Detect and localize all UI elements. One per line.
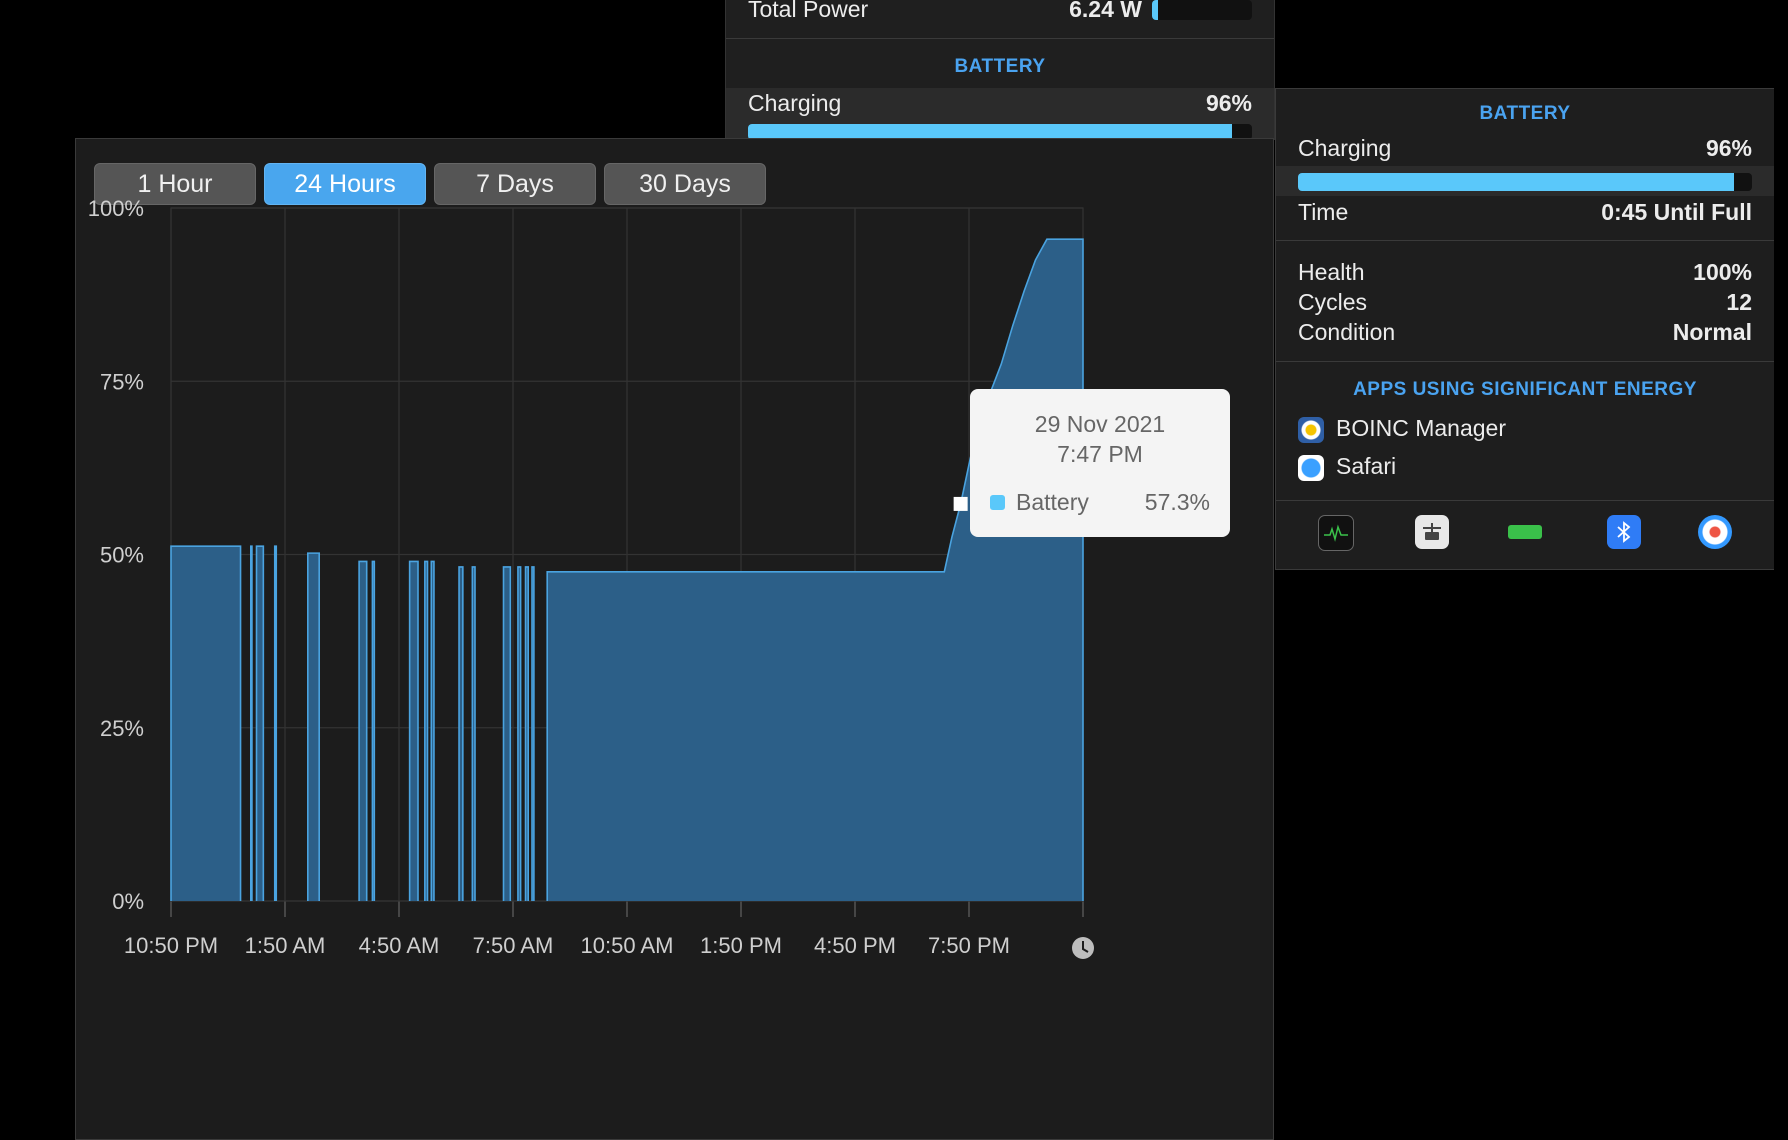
battery-history-chart[interactable]: 100% 75% 50% 25% 0% 10:50 PM 1:50 AM 4:50 AM 7:… xyxy=(76,139,1273,1139)
x-tick-label: 4:50 PM xyxy=(814,933,896,958)
tooltip-time: 7:47 PM xyxy=(1057,441,1143,467)
x-tick-label: 7:50 PM xyxy=(928,933,1010,958)
charging-row: Charging 96% xyxy=(1298,135,1752,165)
x-tick-label: 1:50 AM xyxy=(245,933,326,958)
tooltip-series-swatch xyxy=(990,495,1005,510)
time-label: Time xyxy=(1298,199,1349,225)
battery-section-header: BATTERY xyxy=(954,56,1046,77)
hover-point-marker xyxy=(953,496,968,511)
battery-area-segment xyxy=(409,561,418,901)
battery-area-segment xyxy=(256,546,264,901)
condition-label: Condition xyxy=(1298,319,1396,345)
apps-section-header: APPS USING SIGNIFICANT ENERGY xyxy=(1353,379,1697,400)
app-name: BOINC Manager xyxy=(1336,415,1507,441)
y-tick-label: 100% xyxy=(88,196,144,221)
charging-value: 96% xyxy=(1205,90,1252,116)
battery-line-segment xyxy=(250,545,253,901)
boinc-icon xyxy=(1298,417,1324,443)
condition-row: Condition Normal xyxy=(1298,319,1752,349)
charging-label: Charging xyxy=(1298,135,1392,161)
cycles-row: Cycles 12 xyxy=(1298,289,1752,319)
activity-monitor-icon[interactable] xyxy=(1318,515,1354,551)
total-power-bar xyxy=(1152,0,1252,20)
divider xyxy=(1276,240,1774,241)
top-popover: Total Power 6.24 W BATTERY Charging 96% xyxy=(725,0,1275,140)
charging-value: 96% xyxy=(1705,135,1752,161)
y-tick-label: 75% xyxy=(100,369,144,394)
x-tick-label: 7:50 AM xyxy=(473,933,554,958)
y-tick-label: 0% xyxy=(112,889,144,914)
health-label: Health xyxy=(1298,259,1365,285)
y-axis-labels: 100% 75% 50% 25% 0% xyxy=(88,196,144,914)
divider xyxy=(726,38,1274,39)
battery-section-header: BATTERY xyxy=(1479,103,1571,124)
gauge-icon[interactable] xyxy=(1698,515,1732,549)
battery-area-segment xyxy=(171,546,241,901)
x-axis-labels: 10:50 PM 1:50 AM 4:50 AM 7:50 AM 10:50 AM 1:5… xyxy=(124,933,1010,958)
total-power-value: 6.24 W xyxy=(1069,0,1142,22)
bluetooth-icon[interactable] xyxy=(1607,515,1641,549)
network-glyph-icon xyxy=(1423,523,1441,540)
charging-label: Charging xyxy=(748,90,842,116)
health-row: Health 100% xyxy=(1298,259,1752,289)
battery-area-segment xyxy=(359,561,367,901)
time-value: 0:45 Until Full xyxy=(1601,199,1752,225)
safari-icon xyxy=(1298,455,1324,481)
divider xyxy=(1276,361,1774,362)
total-power-bar-fill xyxy=(1152,0,1158,20)
x-tick-label: 4:50 AM xyxy=(359,933,440,958)
app-name: Safari xyxy=(1336,453,1397,479)
x-tick-label: 10:50 PM xyxy=(124,933,218,958)
activity-graph-icon xyxy=(1324,524,1348,542)
bluetooth-glyph-icon xyxy=(1617,521,1631,543)
battery-icon[interactable] xyxy=(1508,525,1542,539)
x-tick-label: 10:50 AM xyxy=(581,933,674,958)
toolbar xyxy=(1276,497,1774,569)
battery-area-segment xyxy=(307,553,320,901)
battery-history-window: 1 Hour 24 Hours 7 Days 30 Days 100% 75% 50… xyxy=(75,138,1274,1140)
tooltip-value: 57.3% xyxy=(1144,489,1210,515)
chart-tooltip: 29 Nov 2021 7:47 PM Battery 57.3% xyxy=(970,389,1230,537)
battery-popover: BATTERY Charging 96% Time 0:45 Until Ful… xyxy=(1275,88,1774,570)
charge-bar xyxy=(1298,173,1752,191)
tooltip-date: 29 Nov 2021 xyxy=(1034,411,1166,437)
network-icon[interactable] xyxy=(1415,515,1449,549)
charge-bar-fill xyxy=(1298,173,1734,191)
charging-row: Charging 96% xyxy=(748,90,1252,120)
total-power-label: Total Power xyxy=(748,0,869,22)
battery-line-segment xyxy=(273,545,278,901)
battery-area-segment xyxy=(503,566,511,901)
tooltip-series-name: Battery xyxy=(1016,489,1089,515)
health-value: 100% xyxy=(1693,259,1752,285)
cycles-label: Cycles xyxy=(1298,289,1368,315)
clock-icon xyxy=(1072,937,1094,959)
time-row: Time 0:45 Until Full xyxy=(1298,199,1752,229)
x-tick-label: 1:50 PM xyxy=(700,933,782,958)
cycles-value: 12 xyxy=(1726,289,1752,315)
condition-value: Normal xyxy=(1672,319,1752,345)
y-tick-label: 50% xyxy=(100,543,144,568)
y-tick-label: 25% xyxy=(100,716,144,741)
